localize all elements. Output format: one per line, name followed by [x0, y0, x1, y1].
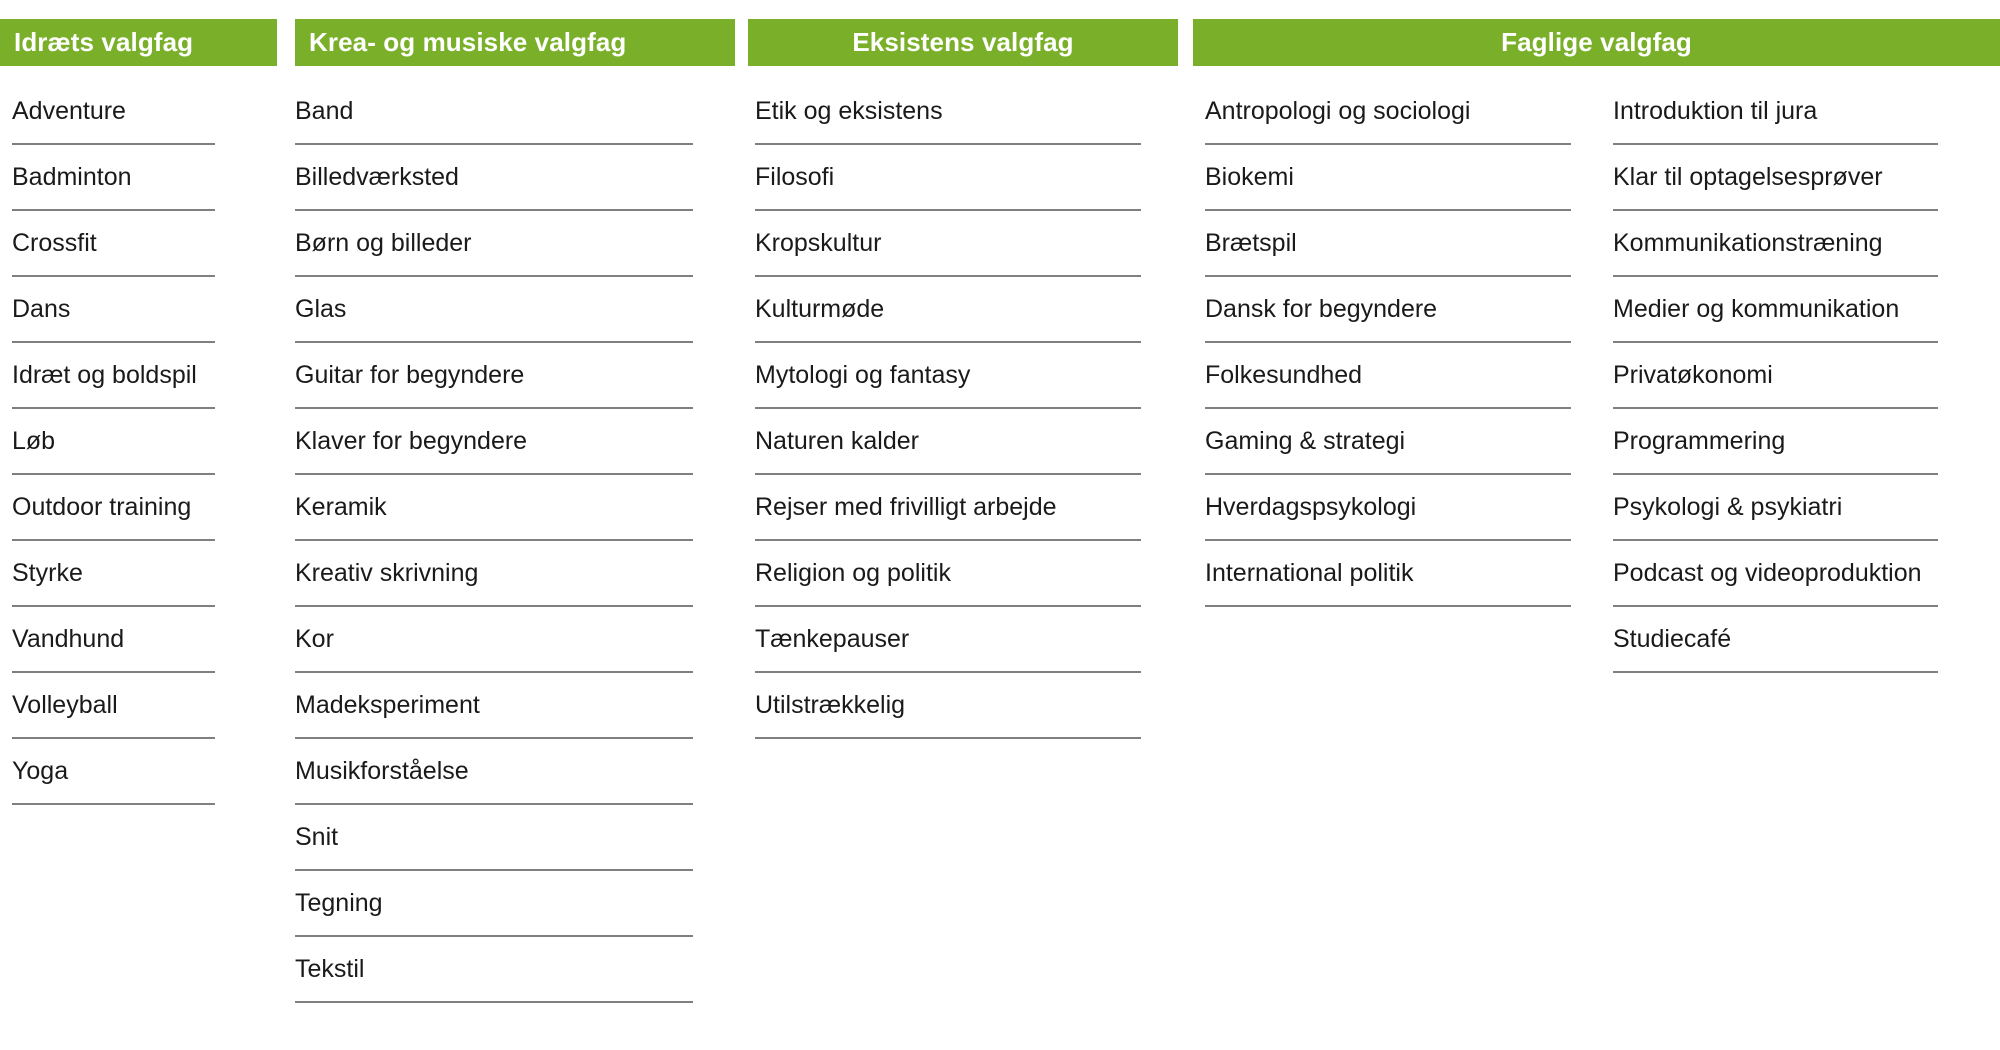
course-item[interactable]: Musikforståelse	[295, 739, 693, 805]
course-item[interactable]: Løb	[12, 409, 215, 475]
course-item[interactable]: Crossfit	[12, 211, 215, 277]
header-gap	[735, 19, 748, 66]
course-item[interactable]: Etik og eksistens	[755, 79, 1141, 145]
course-column-faglige-valgfag-a: Antropologi og sociologi Biokemi Brætspi…	[1183, 79, 1591, 607]
course-item[interactable]: Snit	[295, 805, 693, 871]
course-item[interactable]: Introduktion til jura	[1613, 79, 1938, 145]
valgfag-board: Idræts valgfag Krea- og musiske valgfag …	[0, 0, 2000, 1050]
category-header-idraets-valgfag: Idræts valgfag	[0, 19, 277, 66]
course-item[interactable]: Tegning	[295, 871, 693, 937]
course-item[interactable]: Billedværksted	[295, 145, 693, 211]
course-item[interactable]: Kreativ skrivning	[295, 541, 693, 607]
course-item[interactable]: Biokemi	[1205, 145, 1571, 211]
course-item[interactable]: Kulturmøde	[755, 277, 1141, 343]
course-item[interactable]: Vandhund	[12, 607, 215, 673]
course-item[interactable]: Kropskultur	[755, 211, 1141, 277]
course-item[interactable]: Badminton	[12, 145, 215, 211]
course-item[interactable]: Volleyball	[12, 673, 215, 739]
course-item[interactable]: Privatøkonomi	[1613, 343, 1938, 409]
course-item[interactable]: Dans	[12, 277, 215, 343]
header-gap	[1178, 19, 1193, 66]
course-item[interactable]: Brætspil	[1205, 211, 1571, 277]
course-item[interactable]: International politik	[1205, 541, 1571, 607]
course-item[interactable]: Guitar for begyndere	[295, 343, 693, 409]
course-item[interactable]: Glas	[295, 277, 693, 343]
course-item[interactable]: Styrke	[12, 541, 215, 607]
course-item[interactable]: Mytologi og fantasy	[755, 343, 1141, 409]
course-column-faglige-valgfag-b: Introduktion til jura Klar til optagelse…	[1591, 79, 2000, 673]
course-item[interactable]: Tænkepauser	[755, 607, 1141, 673]
course-item[interactable]: Studiecafé	[1613, 607, 1938, 673]
course-item[interactable]: Rejser med frivilligt arbejde	[755, 475, 1141, 541]
course-item[interactable]: Band	[295, 79, 693, 145]
course-item[interactable]: Børn og billeder	[295, 211, 693, 277]
header-gap	[277, 19, 295, 66]
category-header-eksistens-valgfag: Eksistens valgfag	[748, 19, 1178, 66]
course-item[interactable]: Psykologi & psykiatri	[1613, 475, 1938, 541]
course-item[interactable]: Klaver for begyndere	[295, 409, 693, 475]
course-item[interactable]: Naturen kalder	[755, 409, 1141, 475]
course-item[interactable]: Filosofi	[755, 145, 1141, 211]
category-header-faglige-valgfag: Faglige valgfag	[1193, 19, 2000, 66]
course-item[interactable]: Antropologi og sociologi	[1205, 79, 1571, 145]
course-item[interactable]: Programmering	[1613, 409, 1938, 475]
course-item[interactable]: Kor	[295, 607, 693, 673]
course-item[interactable]: Dansk for begyndere	[1205, 277, 1571, 343]
course-item[interactable]: Yoga	[12, 739, 215, 805]
course-item[interactable]: Keramik	[295, 475, 693, 541]
course-item[interactable]: Adventure	[12, 79, 215, 145]
course-column-idraets-valgfag: Adventure Badminton Crossfit Dans Idræt …	[0, 79, 277, 805]
course-item[interactable]: Utilstrækkelig	[755, 673, 1141, 739]
course-item[interactable]: Madeksperiment	[295, 673, 693, 739]
course-item[interactable]: Tekstil	[295, 937, 693, 1003]
course-item[interactable]: Klar til optagelsesprøver	[1613, 145, 1938, 211]
course-item[interactable]: Podcast og videoproduktion	[1613, 541, 1938, 607]
course-column-krea-og-musiske-valgfag: Band Billedværksted Børn og billeder Gla…	[277, 79, 735, 1003]
course-item[interactable]: Idræt og boldspil	[12, 343, 215, 409]
course-item[interactable]: Religion og politik	[755, 541, 1141, 607]
course-item[interactable]: Kommunikationstræning	[1613, 211, 1938, 277]
course-item[interactable]: Gaming & strategi	[1205, 409, 1571, 475]
course-item[interactable]: Hverdagspsykologi	[1205, 475, 1571, 541]
course-column-eksistens-valgfag: Etik og eksistens Filosofi Kropskultur K…	[735, 79, 1183, 739]
course-item[interactable]: Medier og kommunikation	[1613, 277, 1938, 343]
course-item[interactable]: Outdoor training	[12, 475, 215, 541]
category-header-row: Idræts valgfag Krea- og musiske valgfag …	[0, 19, 2000, 66]
course-columns: Adventure Badminton Crossfit Dans Idræt …	[0, 79, 2000, 1003]
category-header-krea-og-musiske-valgfag: Krea- og musiske valgfag	[295, 19, 735, 66]
course-item[interactable]: Folkesundhed	[1205, 343, 1571, 409]
